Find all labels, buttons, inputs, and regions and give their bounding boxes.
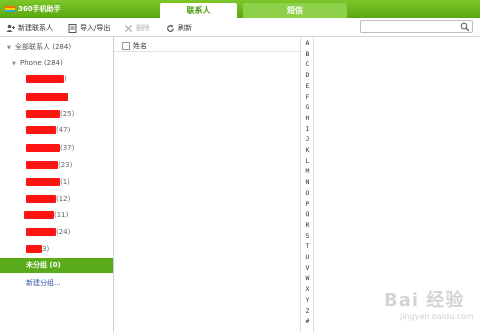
tab-sms[interactable]: 短信 [243,3,347,18]
alphabet-letter[interactable]: I [301,125,314,133]
sidebar-item-all-contacts[interactable]: ▼ 全部联系人 (284) [0,40,113,54]
group-count: (37) [60,144,75,152]
app-logo-icon [5,6,15,12]
redaction-mark [26,245,42,253]
alphabet-letter[interactable]: V [301,264,314,272]
alphabet-letter[interactable]: M [301,167,314,175]
add-user-icon [6,24,15,32]
refresh-label: 刷新 [178,24,192,32]
alphabet-letter[interactable]: F [301,93,314,101]
alphabet-letter[interactable]: S [301,232,314,240]
delete-button[interactable]: 删除 [124,22,150,34]
sidebar-group-item[interactable]: (1) [26,177,70,187]
sidebar: ▼ 全部联系人 (284) ▼ Phone (284) ) (25) (47) (3… [0,37,114,332]
search-box [360,20,473,33]
alphabet-letter[interactable]: G [301,103,314,111]
watermark: Bai 经验 jingyan.baidu.com [364,284,476,330]
group-count: 3) [42,245,50,253]
app-title: 360手机助手 [18,5,61,13]
sidebar-group-item[interactable]: (11) [24,210,68,220]
alphabet-letter[interactable]: R [301,221,314,229]
redaction-mark [26,110,60,118]
watermark-subtext: jingyan.baidu.com [400,312,474,321]
search-icon[interactable] [460,22,470,32]
alphabet-letter[interactable]: Q [301,210,314,218]
alphabet-letter[interactable]: T [301,242,314,250]
sidebar-group-item[interactable] [26,92,68,102]
delete-label: 删除 [136,24,150,32]
sidebar-group-item[interactable]: (37) [26,143,74,153]
import-export-label: 导入/导出 [80,24,111,32]
sidebar-item-phone[interactable]: ▼ Phone (284) [0,56,113,70]
sidebar-group-item[interactable]: (23) [26,160,72,170]
alphabet-letter[interactable]: Z [301,307,314,315]
alphabet-letter[interactable]: A [301,39,314,47]
sidebar-group-item[interactable]: (12) [26,194,70,204]
column-header-name[interactable]: 姓名 [133,41,147,51]
new-contact-button[interactable]: 新建联系人 [6,22,53,34]
redaction-mark [26,126,56,134]
sidebar-group-item[interactable]: (47) [26,125,70,135]
alphabet-letter[interactable]: B [301,50,314,58]
group-count: (23) [58,161,73,169]
group-count: (47) [56,126,71,134]
alphabet-letter[interactable]: L [301,157,314,165]
title-bar: 360手机助手 联系人 短信 [0,0,480,18]
redaction-mark [26,93,68,101]
redaction-mark [26,75,64,83]
redaction-mark [24,211,54,219]
alphabet-letter[interactable]: O [301,189,314,197]
select-all-checkbox[interactable] [122,42,130,50]
collapse-arrow-icon[interactable]: ▼ [12,57,20,71]
close-icon [125,24,132,32]
collapse-arrow-icon[interactable]: ▼ [7,41,15,55]
new-contact-label: 新建联系人 [18,24,53,32]
toolbar: 新建联系人 导入/导出 删除 刷新 [0,18,480,37]
tab-contacts[interactable]: 联系人 [160,3,237,18]
group-count: (1) [60,178,70,186]
import-export-icon [68,23,77,33]
redaction-mark [26,228,56,236]
alphabet-letter[interactable]: U [301,253,314,261]
sidebar-group-item[interactable]: (24) [26,227,70,237]
redaction-mark [26,144,60,152]
sidebar-group-item[interactable]: 3) [26,244,49,254]
group-count: (12) [56,195,71,203]
sidebar-item-label: Phone (284) [20,59,63,67]
refresh-button[interactable]: 刷新 [166,22,192,34]
sidebar-item-label: 全部联系人 (284) [15,43,72,51]
list-header: 姓名 [114,40,300,52]
alphabet-letter[interactable]: E [301,82,314,90]
group-count: ) [64,75,67,83]
group-count: (11) [54,211,69,219]
alphabet-letter[interactable]: W [301,274,314,282]
redaction-mark [26,161,58,169]
alphabet-letter[interactable]: D [301,71,314,79]
alphabet-letter[interactable]: # [301,317,314,325]
group-count: (25) [60,110,75,118]
refresh-icon [167,24,174,32]
alphabet-letter[interactable]: J [301,135,314,143]
redaction-mark [26,195,56,203]
group-count: (24) [56,228,71,236]
new-group-link[interactable]: 新建分组... [26,278,61,288]
sidebar-group-item[interactable]: ) [26,74,67,84]
contact-list: 姓名 [114,37,300,332]
alphabet-letter[interactable]: C [301,60,314,68]
redaction-mark [26,178,60,186]
alphabet-letter[interactable]: P [301,200,314,208]
search-input[interactable] [361,21,459,32]
alphabet-index: A B C D E F G H I J K L M N O P Q R S T U V W X Y Z # [300,37,314,332]
alphabet-letter[interactable]: X [301,285,314,293]
sidebar-group-item[interactable]: (25) [26,109,74,119]
alphabet-letter[interactable]: K [301,146,314,154]
sidebar-item-ungrouped[interactable]: 未分组 (0) [0,258,113,273]
alphabet-letter[interactable]: Y [301,296,314,304]
watermark-text: Bai 经验 [384,290,465,311]
alphabet-letter[interactable]: H [301,114,314,122]
alphabet-letter[interactable]: N [301,178,314,186]
import-export-button[interactable]: 导入/导出 [68,22,110,34]
